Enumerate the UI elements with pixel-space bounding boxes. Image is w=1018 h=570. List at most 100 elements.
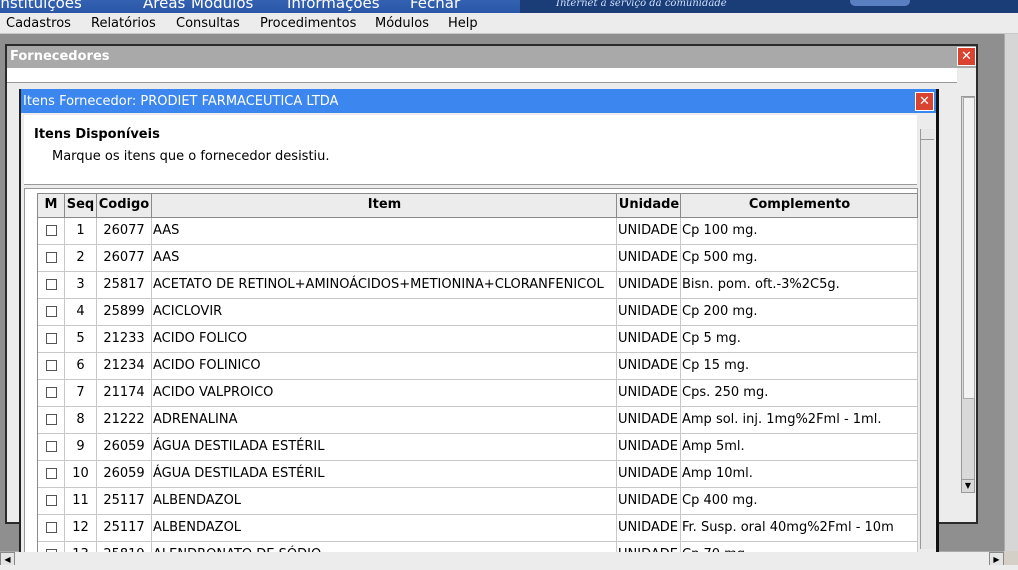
table-row[interactable]: 9 26059 ÁGUA DESTILADA ESTÉRIL UNIDADE Amp 5…	[38, 434, 918, 461]
unidade-cell: UNIDADE	[617, 218, 681, 244]
codigo-cell: 25817	[97, 272, 152, 298]
right-scroll-strip[interactable]	[1004, 34, 1018, 552]
table-row[interactable]: 4 25899 ACICLOVIR UNIDADE Cp 200 mg.	[38, 299, 918, 326]
scroll-up-icon[interactable]	[921, 129, 934, 140]
table-row[interactable]: 11 25117 ALBENDAZOL UNIDADE Cp 400 mg.	[38, 488, 918, 515]
mark-checkbox[interactable]	[46, 495, 57, 506]
menu-help[interactable]: Help	[448, 16, 478, 31]
mark-checkbox[interactable]	[46, 468, 57, 479]
itens-fornecedor-titlebar[interactable]: Itens Fornecedor: PRODIET FARMACEUTICA L…	[21, 89, 936, 113]
unidade-cell: UNIDADE	[617, 299, 681, 325]
status-bar	[0, 565, 1018, 570]
seq-cell: 3	[65, 272, 97, 298]
scroll-corner	[1004, 551, 1018, 565]
banner-nav-modulos[interactable]: Módulos	[191, 0, 253, 12]
col-header-unidade[interactable]: Unidade	[617, 194, 681, 217]
mark-cell	[38, 380, 65, 406]
table-row[interactable]: 3 25817 ACETATO DE RETINOL+AMINOÁCIDOS+MET…	[38, 272, 918, 299]
itens-vertical-scrollbar[interactable]	[920, 129, 935, 549]
table-row[interactable]: 1325819ALENDRONATO DE SÓDIOUNIDADECp 70 …	[38, 542, 918, 552]
unidade-cell: UNIDADE	[617, 407, 681, 433]
itens-header-panel: Itens Disponíveis Marque os itens que o …	[24, 115, 917, 185]
col-header-codigo[interactable]: Codigo	[97, 194, 152, 217]
menu-cadastros[interactable]: Cadastros	[6, 16, 71, 31]
menu-consultas[interactable]: Consultas	[176, 16, 240, 31]
item-cell: ALENDRONATO DE SÓDIO	[152, 542, 617, 552]
item-cell: ALBENDAZOL	[152, 488, 617, 514]
unidade-cell: UNIDADE	[617, 488, 681, 514]
seq-cell: 4	[65, 299, 97, 325]
banner-nav-informacoes[interactable]: Informações	[287, 0, 380, 12]
item-cell: ADRENALINA	[152, 407, 617, 433]
mark-cell	[38, 299, 65, 325]
menu-procedimentos[interactable]: Procedimentos	[260, 16, 356, 31]
fornecedores-close-button[interactable]: ✕	[957, 47, 976, 66]
menubar: Cadastros Relatórios Consultas Procedime…	[0, 13, 1018, 34]
mark-checkbox[interactable]	[46, 441, 57, 452]
seq-cell: 1	[65, 218, 97, 244]
mark-checkbox[interactable]	[46, 360, 57, 371]
mark-checkbox[interactable]	[46, 414, 57, 425]
scroll-down-icon[interactable]: ▼	[962, 479, 974, 492]
banner-nav-instituicoes[interactable]: Instituições	[0, 0, 82, 12]
col-header-m[interactable]: M	[38, 194, 65, 217]
mark-checkbox[interactable]	[46, 333, 57, 344]
mark-checkbox[interactable]	[46, 306, 57, 317]
col-header-seq[interactable]: Seq	[65, 194, 97, 217]
codigo-cell: 25819	[97, 542, 152, 552]
banner-nav-areas[interactable]: Áreas	[143, 0, 185, 12]
horizontal-scrollbar[interactable]: ◀ ▶	[0, 551, 1004, 567]
mark-cell	[38, 542, 65, 552]
menu-relatorios[interactable]: Relatórios	[91, 16, 156, 31]
mark-cell	[38, 488, 65, 514]
table-row[interactable]: 7 21174 ACIDO VALPROICO UNIDADE Cps. 250 mg.	[38, 380, 918, 407]
mark-checkbox[interactable]	[46, 279, 57, 290]
codigo-cell: 21174	[97, 380, 152, 406]
codigo-cell: 26077	[97, 245, 152, 271]
col-header-complemento[interactable]: Complemento	[681, 194, 918, 217]
item-cell: AAS	[152, 245, 617, 271]
item-cell: ACIDO VALPROICO	[152, 380, 617, 406]
mark-checkbox[interactable]	[46, 522, 57, 533]
fornecedores-titlebar[interactable]: Fornecedores	[7, 46, 976, 68]
complemento-cell: Cp 15 mg.	[681, 353, 918, 379]
table-row[interactable]: 10 26059 ÁGUA DESTILADA ESTÉRIL UNIDADE Amp …	[38, 461, 918, 488]
mark-cell	[38, 515, 65, 541]
codigo-cell: 26059	[97, 461, 152, 487]
table-row[interactable]: 8 21222 ADRENALINA UNIDADE Amp sol. inj. 1mg…	[38, 407, 918, 434]
instruction-text: Marque os itens que o fornecedor desisti…	[52, 149, 330, 164]
col-header-item[interactable]: Item	[152, 194, 617, 217]
table-row[interactable]: 5 21233 ACIDO FOLICO UNIDADE Cp 5 mg.	[38, 326, 918, 353]
table-body: 1 26077 AAS UNIDADE Cp 100 mg. 2 26077 AAS UNIDA…	[38, 218, 918, 552]
menu-modulos[interactable]: Módulos	[375, 16, 429, 31]
table-row[interactable]: 6 21234 ACIDO FOLINICO UNIDADE Cp 15 mg.	[38, 353, 918, 380]
mark-cell	[38, 434, 65, 460]
complemento-cell: Cps. 250 mg.	[681, 380, 918, 406]
mark-cell	[38, 353, 65, 379]
table-row[interactable]: 1 26077 AAS UNIDADE Cp 100 mg.	[38, 218, 918, 245]
complemento-cell: Amp sol. inj. 1mg%2Fml - 1ml.	[681, 407, 918, 433]
unidade-cell: UNIDADE	[617, 326, 681, 352]
complemento-cell: Cp 400 mg.	[681, 488, 918, 514]
table-row[interactable]: 2 26077 AAS UNIDADE Cp 500 mg.	[38, 245, 918, 272]
scroll-thumb[interactable]	[963, 97, 975, 399]
fornecedores-vertical-scrollbar[interactable]: ▼	[961, 96, 975, 493]
complemento-cell: Cp 100 mg.	[681, 218, 918, 244]
banner-nav: Instituições Áreas Módulos Informações F…	[0, 0, 520, 13]
complemento-cell: Amp 5ml.	[681, 434, 918, 460]
mark-checkbox[interactable]	[46, 549, 57, 552]
banner-logo-decoration	[850, 0, 910, 6]
complemento-cell: Bisn. pom. oft.-3%2C5g.	[681, 272, 918, 298]
seq-cell: 12	[65, 515, 97, 541]
mark-checkbox[interactable]	[46, 225, 57, 236]
complemento-cell: Cp 200 mg.	[681, 299, 918, 325]
table-row[interactable]: 12 25117 ALBENDAZOL UNIDADE Fr. Susp. oral 4…	[38, 515, 918, 542]
item-cell: ÁGUA DESTILADA ESTÉRIL	[152, 434, 617, 460]
complemento-cell: Cp 5 mg.	[681, 326, 918, 352]
itens-close-button[interactable]: ✕	[915, 92, 934, 111]
mark-checkbox[interactable]	[46, 387, 57, 398]
item-cell: ACIDO FOLINICO	[152, 353, 617, 379]
codigo-cell: 25899	[97, 299, 152, 325]
banner-nav-fechar[interactable]: Fechar	[410, 0, 460, 12]
mark-checkbox[interactable]	[46, 252, 57, 263]
